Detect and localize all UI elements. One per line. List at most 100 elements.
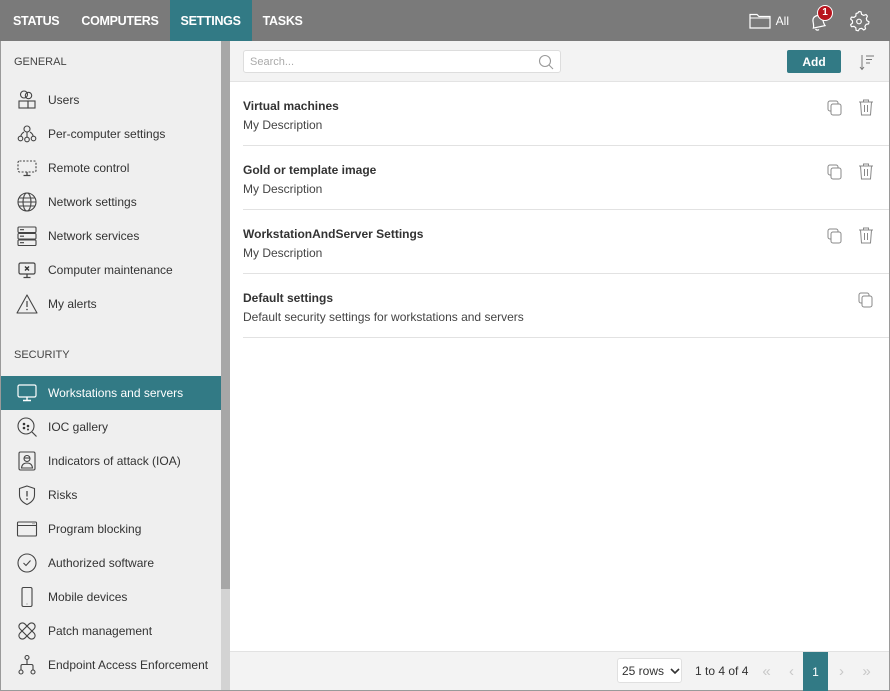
sidebar-item-authorized-software[interactable]: Authorized software — [1, 546, 221, 580]
item-name: Virtual machines — [243, 99, 339, 113]
sidebar-item-label: My alerts — [48, 297, 97, 311]
sidebar-item-risks[interactable]: Risks — [1, 478, 221, 512]
network-tree-icon — [14, 654, 40, 676]
page-range-text: 1 to 4 of 4 — [695, 664, 749, 678]
last-page-button[interactable]: » — [854, 652, 879, 691]
delete-icon[interactable] — [857, 98, 875, 116]
check-circle-icon — [14, 552, 40, 574]
server-stack-icon — [14, 225, 40, 247]
item-description: My Description — [243, 118, 323, 132]
sidebar-item-label: Workstations and servers — [48, 386, 184, 400]
list-item[interactable]: Virtual machines My Description — [243, 82, 889, 146]
globe-icon — [14, 191, 40, 213]
chevron-down-icon — [670, 667, 680, 674]
sidebar-item-label: Remote control — [48, 161, 130, 175]
top-right-actions: All 1 — [749, 0, 890, 41]
sidebar-item-label: Network services — [48, 229, 140, 243]
list-item[interactable]: WorkstationAndServer Settings My Descrip… — [243, 210, 889, 274]
sidebar-item-label: Mobile devices — [48, 590, 128, 604]
tab-tasks[interactable]: TASKS — [252, 0, 314, 41]
monitor-icon — [14, 382, 40, 404]
list-item[interactable]: Gold or template image My Description — [243, 146, 889, 210]
sidebar-item-remote-control[interactable]: Remote control — [1, 151, 221, 185]
sidebar-item-label: Risks — [48, 488, 78, 502]
gear-icon — [850, 10, 870, 31]
list-toolbar: Add — [230, 41, 889, 82]
sidebar-item-indicators-of-attack[interactable]: Indicators of attack (IOA) — [1, 444, 221, 478]
search-input[interactable] — [243, 50, 561, 73]
notification-count-badge: 1 — [817, 4, 833, 21]
section-title-security: SECURITY — [14, 349, 70, 361]
mobile-icon — [14, 586, 40, 608]
attacker-badge-icon — [14, 450, 40, 472]
warning-icon — [14, 293, 40, 315]
tab-status[interactable]: STATUS — [0, 0, 70, 41]
sidebar-item-program-blocking[interactable]: Program blocking — [1, 512, 221, 546]
sidebar-item-label: Network settings — [48, 195, 137, 209]
shield-alert-icon — [14, 484, 40, 506]
sidebar-item-label: Per-computer settings — [48, 127, 166, 141]
sidebar-item-endpoint-access-enforcement[interactable]: Endpoint Access Enforcement — [1, 648, 221, 682]
sidebar-item-per-computer-settings[interactable]: Per-computer settings — [1, 117, 221, 151]
sidebar-item-my-alerts[interactable]: My alerts — [1, 287, 221, 321]
sidebar-item-network-settings[interactable]: Network settings — [1, 185, 221, 219]
top-navigation: STATUS COMPUTERS SETTINGS TASKS All 1 — [0, 0, 890, 41]
sidebar-item-mobile-devices[interactable]: Mobile devices — [1, 580, 221, 614]
sort-icon[interactable] — [859, 53, 875, 71]
sidebar-item-label: Authorized software — [48, 556, 155, 570]
page-button-current[interactable]: 1 — [803, 652, 828, 691]
remote-monitor-icon — [14, 157, 40, 179]
sidebar-item-label: Patch management — [48, 624, 153, 638]
users-icon — [14, 89, 40, 111]
sidebar-item-label: Indicators of attack (IOA) — [48, 454, 181, 468]
item-name: WorkstationAndServer Settings — [243, 227, 424, 241]
sidebar-item-label: Users — [48, 93, 80, 107]
sidebar-item-label: IOC gallery — [48, 420, 109, 434]
delete-icon[interactable] — [857, 162, 875, 180]
sidebar-scrollbar-thumb[interactable] — [221, 41, 230, 589]
section-title-general: GENERAL — [14, 56, 67, 68]
folder-filter-button[interactable]: All — [749, 12, 789, 29]
folder-filter-label: All — [775, 13, 789, 28]
tab-computers[interactable]: COMPUTERS — [70, 0, 169, 41]
copy-icon[interactable] — [826, 227, 844, 245]
tab-settings[interactable]: SETTINGS — [169, 0, 252, 41]
hierarchy-icon — [14, 123, 40, 145]
rows-per-page-select[interactable]: 25 rows — [617, 658, 682, 683]
previous-page-button[interactable]: ‹ — [779, 652, 804, 691]
sidebar-item-label: Endpoint Access Enforcement — [48, 658, 209, 672]
delete-icon[interactable] — [857, 226, 875, 244]
pagination-footer: 25 rows 1 to 4 of 4 « ‹ 1 › » — [230, 651, 889, 691]
item-name: Default settings — [243, 291, 334, 305]
item-name: Gold or template image — [243, 163, 377, 177]
copy-icon[interactable] — [826, 99, 844, 117]
ioc-search-icon — [14, 416, 40, 438]
sidebar-item-label: Computer maintenance — [48, 263, 173, 277]
sidebar: GENERAL Users Per-computer settings Remo… — [1, 41, 221, 690]
sidebar-item-workstations-and-servers[interactable]: Workstations and servers — [1, 376, 221, 410]
item-description: Default security settings for workstatio… — [243, 310, 524, 324]
window-icon — [14, 518, 40, 540]
next-page-button[interactable]: › — [829, 652, 854, 691]
sidebar-item-users[interactable]: Users — [1, 83, 221, 117]
add-button[interactable]: Add — [787, 50, 841, 73]
main-content: Add Virtual machines My Description Gold… — [230, 41, 889, 691]
item-description: My Description — [243, 246, 323, 260]
sidebar-item-computer-maintenance[interactable]: Computer maintenance — [1, 253, 221, 287]
settings-button[interactable] — [848, 10, 870, 32]
sidebar-item-ioc-gallery[interactable]: IOC gallery — [1, 410, 221, 444]
notifications-button[interactable]: 1 — [807, 4, 833, 32]
bandage-icon — [14, 620, 40, 642]
first-page-button[interactable]: « — [754, 652, 779, 691]
rows-per-page-value: 25 rows — [622, 663, 665, 678]
folder-icon — [749, 13, 771, 29]
item-description: My Description — [243, 182, 323, 196]
sidebar-item-patch-management[interactable]: Patch management — [1, 614, 221, 648]
copy-icon[interactable] — [826, 163, 844, 181]
monitor-x-icon — [14, 259, 40, 281]
sidebar-item-label: Program blocking — [48, 522, 142, 536]
search-icon[interactable] — [538, 54, 554, 70]
sidebar-item-network-services[interactable]: Network services — [1, 219, 221, 253]
list-item[interactable]: Default settings Default security settin… — [243, 274, 889, 338]
copy-icon[interactable] — [857, 291, 875, 309]
